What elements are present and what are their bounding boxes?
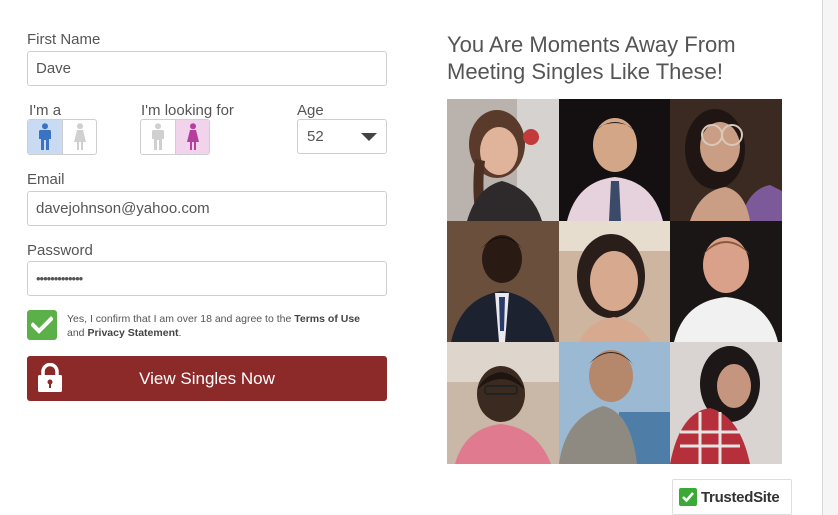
single-photo: [559, 342, 670, 464]
female-icon: [73, 123, 86, 150]
checkmark-icon: [679, 488, 697, 506]
male-icon: [39, 123, 51, 150]
password-input[interactable]: •••••••••••••: [27, 261, 387, 296]
single-photo: [447, 221, 559, 342]
terms-prefix: Yes, I confirm that I am over 18 and agr…: [67, 313, 295, 325]
im-a-label: I'm a: [29, 102, 62, 119]
terms-and: and: [67, 327, 88, 339]
terms-of-use-link[interactable]: Terms of Use: [294, 313, 360, 325]
single-photo: [670, 342, 782, 464]
female-icon: [186, 123, 199, 150]
im-a-male-option[interactable]: [28, 120, 62, 154]
email-input[interactable]: davejohnson@yahoo.com: [27, 191, 387, 226]
terms-suffix: .: [178, 327, 182, 339]
looking-for-male-option[interactable]: [141, 120, 175, 154]
checkmark-icon: [31, 316, 53, 334]
gallery-heading: You Are Moments Away From Meeting Single…: [447, 32, 736, 84]
terms-checkbox[interactable]: [27, 310, 57, 340]
age-select[interactable]: 52: [297, 119, 387, 154]
single-photo: [559, 99, 670, 221]
terms-text: Yes, I confirm that I am over 18 and agr…: [67, 312, 367, 340]
male-icon: [152, 123, 164, 150]
first-name-input[interactable]: Dave: [27, 51, 387, 86]
view-singles-button[interactable]: View Singles Now: [27, 356, 387, 401]
age-value: 52: [307, 128, 324, 145]
looking-for-label: I'm looking for: [141, 102, 234, 119]
single-photo: [670, 99, 782, 221]
im-a-female-option[interactable]: [62, 120, 96, 154]
trustedsite-brand-b: Site: [753, 488, 780, 506]
single-photo: [670, 221, 782, 342]
privacy-statement-link[interactable]: Privacy Statement: [87, 327, 178, 339]
trustedsite-label: TrustedSite: [701, 488, 780, 506]
trustedsite-badge[interactable]: TrustedSite: [672, 479, 792, 515]
singles-photo-grid: [447, 99, 782, 464]
first-name-label: First Name: [27, 31, 101, 48]
trustedsite-brand-a: Trusted: [701, 488, 754, 506]
single-photo: [447, 342, 559, 464]
view-singles-button-label: View Singles Now: [139, 369, 275, 388]
chevron-down-icon: [361, 133, 377, 141]
email-label: Email: [27, 171, 65, 188]
single-photo: [447, 99, 559, 221]
panel-shadow: [823, 0, 838, 515]
single-photo: [559, 221, 670, 342]
im-a-selector: [27, 119, 97, 155]
age-label: Age: [297, 102, 324, 119]
looking-for-female-option[interactable]: [175, 120, 209, 154]
looking-for-selector: [140, 119, 210, 155]
password-label: Password: [27, 242, 93, 259]
